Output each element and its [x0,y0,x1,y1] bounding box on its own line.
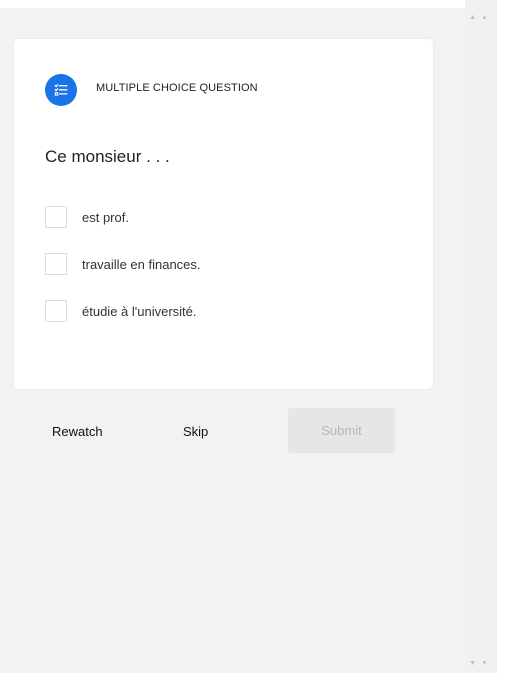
option-1-label: est prof. [82,209,129,225]
window-edge [497,0,505,673]
question-type-label: MULTIPLE CHOICE QUESTION [96,82,258,94]
option-3-label: étudie à l'université. [82,303,197,319]
question-card: MULTIPLE CHOICE QUESTION Ce monsieur . .… [13,38,434,390]
option-3-checkbox[interactable] [45,300,67,322]
option-1[interactable]: est prof. [45,204,385,230]
skip-button[interactable]: Skip [183,424,208,439]
rewatch-button[interactable]: Rewatch [52,424,103,439]
scrollbar[interactable]: ▲▲ ▼▼ [465,0,497,673]
option-2-label: travaille en finances. [82,256,201,272]
checklist-icon [45,74,77,106]
question-text: Ce monsieur . . . [45,147,170,166]
option-1-checkbox[interactable] [45,206,67,228]
scroll-up-icon[interactable]: ▲▲ [465,9,497,25]
option-2-checkbox[interactable] [45,253,67,275]
option-2[interactable]: travaille en finances. [45,251,385,277]
scroll-down-icon[interactable]: ▼▼ [465,655,497,671]
viewport: MULTIPLE CHOICE QUESTION Ce monsieur . .… [0,0,465,673]
option-3[interactable]: étudie à l'université. [45,298,385,324]
quiz-panel: MULTIPLE CHOICE QUESTION Ce monsieur . .… [0,8,465,673]
submit-button[interactable]: Submit [288,408,395,453]
